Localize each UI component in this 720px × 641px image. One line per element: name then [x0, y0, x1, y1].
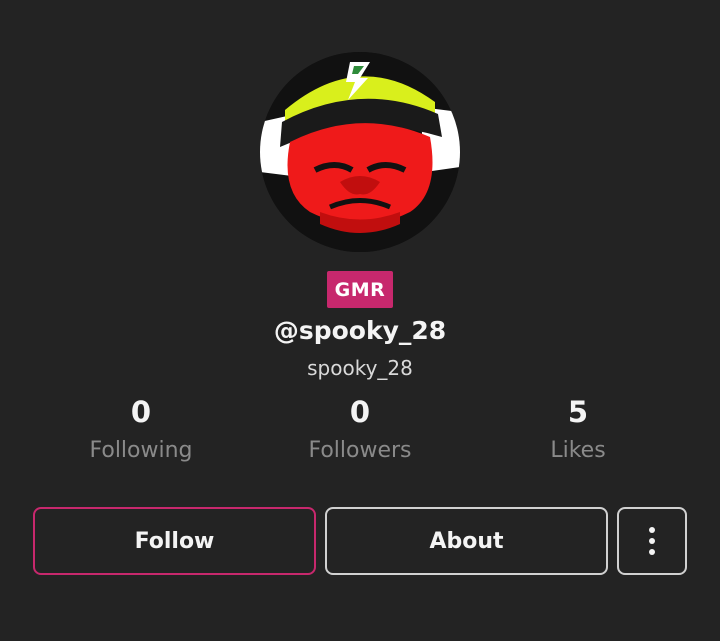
stat-followers[interactable]: 0 Followers — [260, 392, 460, 463]
profile-handle: @spooky_28 — [273, 316, 447, 345]
stat-value: 0 — [130, 395, 152, 429]
stat-label: Following — [89, 438, 193, 463]
stat-likes[interactable]: 5 Likes — [478, 392, 678, 463]
stat-following[interactable]: 0 Following — [41, 392, 241, 463]
about-button[interactable]: About — [325, 507, 608, 575]
stat-label: Followers — [308, 438, 412, 463]
more-options-button[interactable] — [617, 507, 687, 575]
profile-avatar[interactable] — [260, 52, 460, 252]
follow-button-label: Follow — [134, 528, 215, 554]
avatar-image — [260, 52, 460, 252]
stat-label: Likes — [550, 438, 606, 463]
profile-username: spooky_28 — [307, 356, 413, 380]
about-button-label: About — [429, 528, 504, 554]
follow-button[interactable]: Follow — [33, 507, 316, 575]
stat-value: 0 — [349, 395, 371, 429]
gamer-badge: GMR — [327, 271, 393, 308]
more-vertical-icon — [649, 527, 655, 555]
stat-value: 5 — [567, 395, 589, 429]
